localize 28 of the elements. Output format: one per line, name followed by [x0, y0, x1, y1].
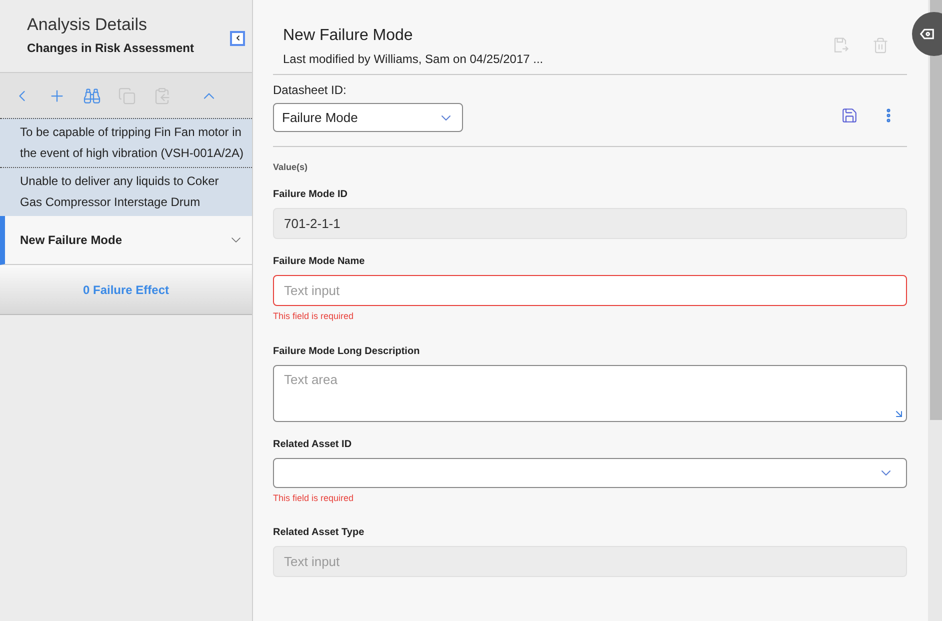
field-label: Failure Mode Name — [273, 256, 366, 268]
record-subtitle: Last modified by Williams, Sam on 04/25/2017 ... — [283, 51, 544, 68]
readonly-field: 701-2-1-1 — [273, 208, 907, 239]
panel-subtitle: Changes in Risk Assessment — [27, 40, 194, 57]
collapse-panel-button[interactable] — [230, 30, 245, 46]
error-message: This field is required — [273, 492, 355, 505]
scrollbar[interactable] — [928, 0, 942, 621]
text-input-field[interactable]: Text input — [273, 275, 907, 306]
dropdown-field[interactable] — [273, 458, 907, 488]
list-item[interactable]: New Failure Mode — [0, 216, 252, 265]
datasheet-label: Datasheet ID: — [273, 82, 348, 98]
list-item[interactable]: To be capable of tripping Fin Fan motor in the event of high vibration (VSH-001A/2A) — [0, 118, 252, 167]
datasheet-dropdown[interactable]: Failure Mode — [273, 103, 463, 132]
error-message: This field is required — [273, 310, 355, 323]
panel-title: Analysis Details — [27, 15, 148, 35]
binoculars-icon[interactable] — [82, 86, 102, 106]
field-label: Related Asset Type — [273, 527, 366, 539]
text-area-field[interactable]: Text area — [273, 364, 907, 422]
field-label: Failure Mode Long Description — [273, 346, 421, 358]
save-icon[interactable] — [841, 107, 858, 124]
section-label: Value(s) — [273, 161, 309, 173]
field-label: Failure Mode ID — [273, 189, 348, 201]
field-label: Related Asset ID — [273, 438, 353, 450]
record-title: New Failure Mode — [283, 26, 414, 46]
readonly-field: Text input — [273, 546, 907, 577]
eye-tag-icon — [920, 27, 934, 41]
list-item[interactable]: Unable to deliver any liquids to Coker Gas Compressor Interstage Drum — [0, 167, 252, 216]
chevron-left-icon — [234, 34, 242, 42]
